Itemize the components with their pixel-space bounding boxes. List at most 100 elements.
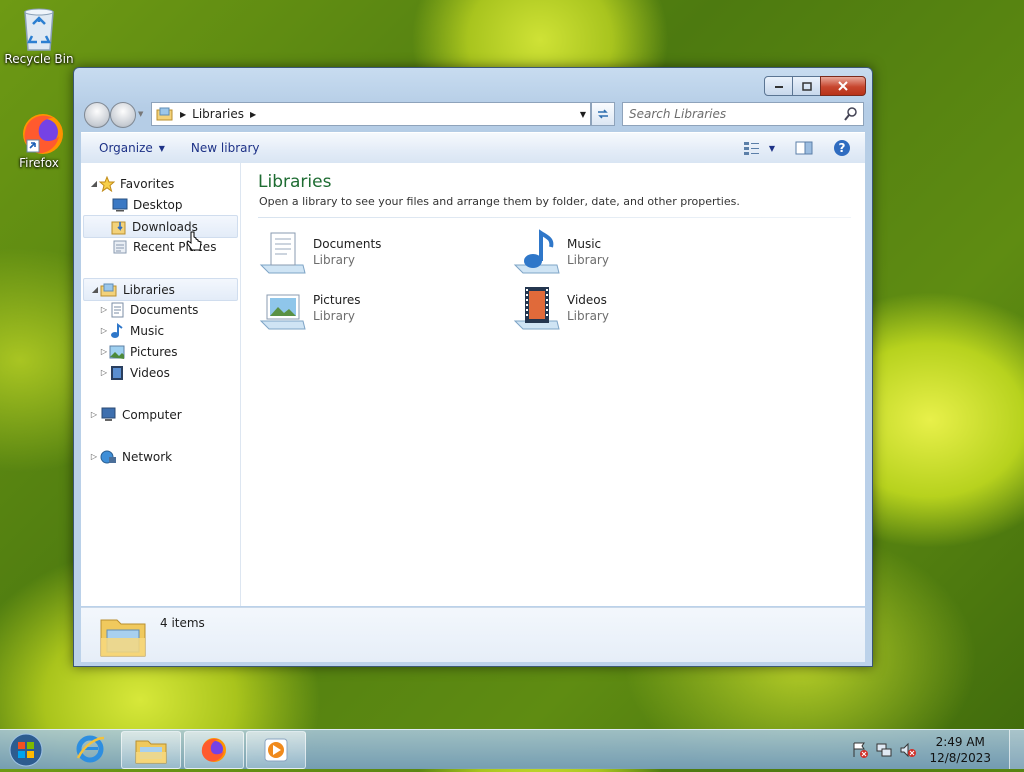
library-item-documents[interactable]: Documents Library [259, 229, 489, 281]
help-icon: ? [834, 140, 850, 156]
videos-library-icon [513, 287, 560, 330]
expand-arrow-icon[interactable]: ◢ [89, 179, 99, 188]
network-status-icon[interactable] [875, 741, 893, 759]
documents-library-icon [259, 232, 306, 274]
library-item-videos[interactable]: Videos Library [513, 285, 743, 337]
maximize-button[interactable] [792, 76, 821, 96]
new-library-button[interactable]: New library [181, 133, 270, 163]
page-description: Open a library to see your files and arr… [259, 195, 740, 208]
nav-item-downloads[interactable]: Downloads [83, 215, 238, 238]
search-input[interactable] [623, 106, 841, 122]
nav-item-pictures[interactable]: ▷ Pictures [99, 341, 178, 362]
preview-pane-button[interactable] [785, 133, 823, 163]
organize-label: Organize [99, 141, 153, 155]
caption-buttons [764, 76, 866, 96]
firefox-icon [19, 110, 63, 154]
view-options-icon [743, 142, 759, 155]
star-icon [99, 175, 115, 192]
page-title: Libraries [258, 172, 332, 192]
clock-date: 12/8/2023 [929, 750, 991, 765]
nav-favorites[interactable]: ◢ Favorites [89, 173, 174, 194]
command-bar: Organize ▼ New library ▼ ? [81, 132, 865, 164]
nav-item-documents[interactable]: ▷ Documents [99, 299, 198, 320]
desktop-icon-firefox[interactable]: Firefox [4, 110, 74, 170]
music-note-icon [111, 322, 123, 338]
breadcrumb-libraries[interactable]: Libraries [192, 107, 244, 121]
documents-icon [111, 302, 124, 317]
taskbar-ie-button[interactable] [64, 731, 116, 767]
address-row: ▼ ▶ Libraries ▶ ▼ [82, 101, 864, 128]
help-button[interactable]: ? [823, 133, 861, 163]
minimize-button[interactable] [764, 76, 793, 96]
libraries-large-icon [100, 619, 146, 657]
nav-item-videos[interactable]: ▷ Videos [99, 362, 170, 383]
firefox-label: Firefox [19, 156, 59, 170]
collapsed-arrow-icon[interactable]: ▷ [99, 347, 109, 356]
breadcrumb-arrow-icon[interactable]: ▶ [250, 110, 256, 119]
explorer-window: ▼ ▶ Libraries ▶ ▼ Organize [73, 67, 873, 667]
collapsed-arrow-icon[interactable]: ▷ [89, 452, 99, 461]
item-count: 4 items [160, 616, 205, 630]
collapsed-arrow-icon[interactable]: ▷ [99, 326, 109, 335]
forward-arrow-icon [111, 103, 135, 127]
close-icon [838, 81, 848, 91]
nav-item-desktop[interactable]: Desktop [112, 194, 183, 215]
recycle-bin-icon [19, 6, 59, 51]
library-item-pictures[interactable]: Pictures Library [259, 285, 489, 337]
new-library-label: New library [190, 141, 260, 155]
computer-icon [101, 407, 116, 421]
organize-button[interactable]: Organize ▼ [89, 133, 175, 163]
music-library-icon [513, 229, 560, 274]
recent-pages-dropdown[interactable]: ▼ [138, 110, 143, 118]
close-button[interactable] [820, 76, 866, 96]
collapsed-arrow-icon[interactable]: ▷ [99, 305, 109, 314]
action-center-flag-icon[interactable] [851, 741, 869, 759]
pictures-icon [109, 345, 125, 359]
preview-pane-icon [795, 141, 813, 155]
content-pane: Libraries Open a library to see your fil… [241, 163, 865, 606]
desktop-icon-recycle-bin[interactable]: Recycle Bin [4, 6, 74, 66]
change-view-button[interactable]: ▼ [733, 133, 785, 163]
navigation-pane: ◢ Favorites Desktop Downloads Recent Pla… [81, 163, 241, 606]
chevron-down-icon: ▼ [158, 143, 165, 153]
taskbar-firefox-button[interactable] [184, 731, 244, 769]
divider [258, 217, 851, 218]
back-arrow-icon [85, 103, 109, 127]
network-icon [100, 450, 116, 463]
refresh-button[interactable] [591, 102, 615, 126]
refresh-icon [598, 109, 608, 119]
recent-places-icon [113, 240, 127, 253]
back-button[interactable] [84, 102, 110, 128]
expand-arrow-icon[interactable]: ◢ [90, 285, 100, 294]
taskbar-explorer-button[interactable] [121, 731, 181, 769]
maximize-icon [801, 81, 812, 91]
firefox-icon [201, 738, 226, 762]
chevron-down-icon: ▼ [768, 143, 775, 153]
system-tray: 2:49 AM 12/8/2023 [851, 730, 1024, 769]
forward-button[interactable] [110, 102, 136, 128]
pictures-library-icon [259, 294, 306, 330]
collapsed-arrow-icon[interactable]: ▷ [99, 368, 109, 377]
breadcrumb-arrow-icon: ▶ [180, 109, 187, 119]
libraries-folder-icon [156, 107, 173, 121]
start-button[interactable] [6, 731, 46, 769]
clock[interactable]: 2:49 AM 12/8/2023 [929, 734, 991, 766]
hand-cursor-icon [186, 231, 202, 251]
minimize-icon [774, 86, 783, 88]
address-bar[interactable]: ▶ Libraries ▶ ▼ [151, 102, 591, 126]
svg-text:?: ? [839, 141, 846, 155]
videos-icon [111, 365, 123, 380]
taskbar-media-player-button[interactable] [246, 731, 306, 769]
nav-libraries[interactable]: ◢ Libraries [83, 278, 238, 301]
nav-network[interactable]: ▷ Network [89, 446, 172, 467]
address-dropdown-icon[interactable]: ▼ [580, 110, 586, 119]
windows-logo-icon [9, 733, 43, 767]
volume-muted-icon[interactable] [899, 741, 917, 759]
collapsed-arrow-icon[interactable]: ▷ [89, 410, 99, 419]
nav-computer[interactable]: ▷ Computer [89, 404, 182, 425]
show-desktop-button[interactable] [1009, 730, 1024, 769]
search-icon[interactable] [844, 107, 858, 121]
nav-item-music[interactable]: ▷ Music [99, 320, 164, 341]
library-item-music[interactable]: Music Library [513, 229, 743, 281]
search-box [622, 102, 864, 126]
